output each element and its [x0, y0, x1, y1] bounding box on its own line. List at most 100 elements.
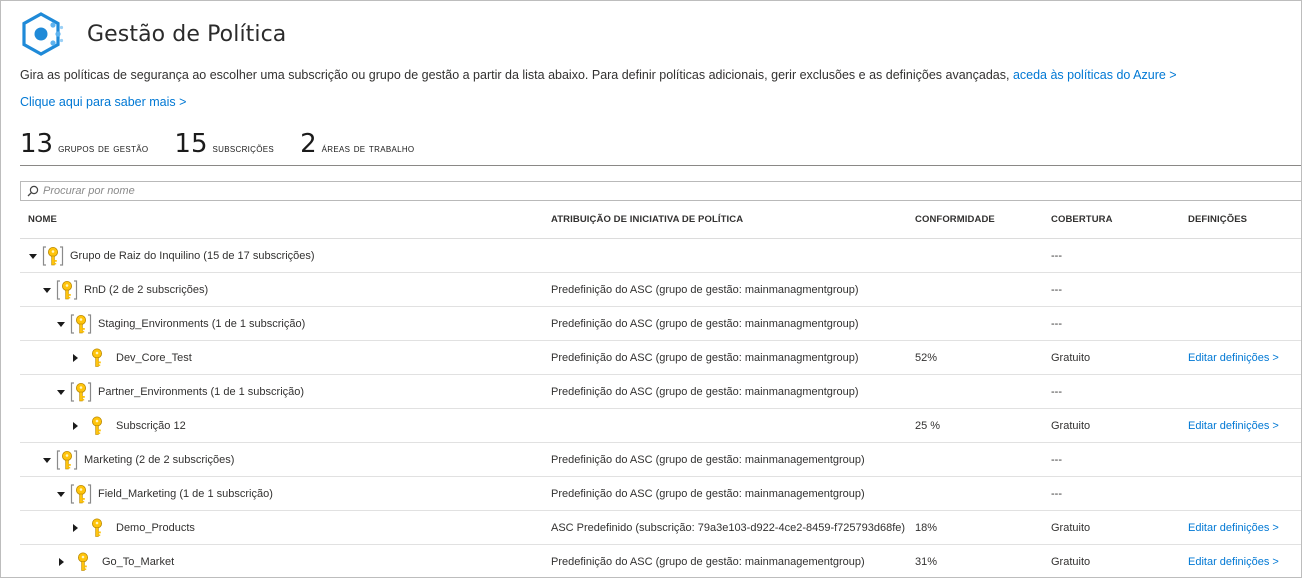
- stat-label: Subscrições: [212, 143, 275, 155]
- table-row[interactable]: Go_To_Market Predefinição do ASC (grupo d…: [20, 545, 1301, 577]
- stat-label: Áreas de trabalho: [321, 143, 415, 155]
- row-name: Demo_Products: [116, 521, 195, 534]
- chevron-down-icon[interactable]: [56, 319, 66, 329]
- table-row[interactable]: Dev_Core_Test Predefinição do ASC (grupo …: [20, 341, 1301, 375]
- subscription-key-icon: [88, 347, 106, 369]
- chevron-down-icon[interactable]: [42, 455, 52, 465]
- name-cell: Go_To_Market: [20, 545, 175, 577]
- management-group-key-icon: [70, 483, 92, 505]
- column-header-name[interactable]: NOME: [28, 214, 57, 225]
- coverage-cell: ---: [1051, 249, 1062, 262]
- policy-cell: Predefinição do ASC (grupo de gestão: ma…: [551, 385, 859, 398]
- table-row[interactable]: Grupo de Raiz do Inquilino (15 de 17 sub…: [20, 239, 1301, 273]
- edit-settings-link[interactable]: Editar definições >: [1188, 409, 1279, 442]
- management-group-key-icon: [70, 381, 92, 403]
- row-name: Grupo de Raiz do Inquilino (15 de 17 sub…: [70, 249, 315, 262]
- policy-cell: Predefinição do ASC (grupo de gestão: ma…: [551, 351, 859, 364]
- coverage-cell: Gratuito: [1051, 419, 1091, 432]
- chevron-down-icon[interactable]: [56, 489, 66, 499]
- management-group-key-icon: [56, 449, 78, 471]
- name-cell: RnD (2 de 2 subscrições): [20, 273, 208, 306]
- row-name: Field_Marketing (1 de 1 subscrição): [98, 487, 273, 500]
- search-box[interactable]: [20, 181, 1301, 201]
- name-cell: Subscrição 12: [20, 409, 186, 442]
- coverage-cell: Gratuito: [1051, 555, 1091, 568]
- coverage-cell: ---: [1051, 317, 1062, 330]
- management-group-key-icon: [70, 313, 92, 335]
- chevron-right-icon[interactable]: [56, 557, 66, 567]
- stat-management-groups[interactable]: 13 Grupos de gestão: [20, 129, 148, 159]
- coverage-cell: ---: [1051, 487, 1062, 500]
- search-input[interactable]: [43, 185, 1243, 197]
- compliance-cell: 25 %: [915, 419, 941, 432]
- coverage-cell: ---: [1051, 385, 1062, 398]
- name-cell: Marketing (2 de 2 subscrições): [20, 443, 234, 476]
- management-group-key-icon: [42, 245, 64, 267]
- name-cell: Grupo de Raiz do Inquilino (15 de 17 sub…: [20, 239, 315, 272]
- compliance-cell: 31%: [915, 555, 938, 568]
- table-row[interactable]: Partner_Environments (1 de 1 subscrição)…: [20, 375, 1301, 409]
- compliance-cell: 52%: [915, 351, 938, 364]
- coverage-cell: Gratuito: [1051, 351, 1091, 364]
- stat-count: 2: [300, 129, 317, 159]
- row-name: Partner_Environments (1 de 1 subscrição): [98, 385, 305, 398]
- policy-cell: Predefinição do ASC (grupo de gestão: ma…: [551, 487, 865, 500]
- learn-more-link[interactable]: Clique aqui para saber mais >: [20, 95, 186, 109]
- policy-cell: ASC Predefinido (subscrição: 79a3e103-d9…: [551, 521, 906, 534]
- column-header-compliance[interactable]: CONFORMIDADE: [915, 214, 995, 225]
- row-name: Subscrição 12: [116, 419, 186, 432]
- edit-settings-link[interactable]: Editar definições >: [1188, 545, 1279, 577]
- name-cell: Dev_Core_Test: [20, 341, 192, 374]
- coverage-cell: ---: [1051, 283, 1062, 296]
- stat-subscriptions[interactable]: 15 Subscrições: [174, 129, 274, 159]
- description-text: Gira as políticas de segurança ao escolh…: [20, 68, 1010, 82]
- edit-settings-link[interactable]: Editar definições >: [1188, 511, 1279, 544]
- chevron-right-icon[interactable]: [70, 353, 80, 363]
- stat-label: Grupos de gestão: [58, 143, 149, 155]
- stats-bar: 13 Grupos de gestão 15 Subscrições 2 Áre…: [20, 129, 440, 159]
- table-row[interactable]: Demo_Products ASC Predefinido (subscrição…: [20, 511, 1301, 545]
- table-row[interactable]: Subscrição 12 25 % Gratuito Editar definiçõ…: [20, 409, 1301, 443]
- management-group-key-icon: [56, 279, 78, 301]
- subscription-key-icon: [74, 551, 92, 573]
- page-description: Gira as políticas de segurança ao escolh…: [20, 68, 1177, 82]
- page-header: Gestão de Política: [21, 10, 286, 58]
- table-row[interactable]: Staging_Environments (1 de 1 subscrição)…: [20, 307, 1301, 341]
- chevron-right-icon[interactable]: [70, 421, 80, 431]
- coverage-cell: Gratuito: [1051, 521, 1091, 534]
- column-header-settings[interactable]: DEFINIÇÕES: [1188, 214, 1247, 225]
- page-title: Gestão de Política: [87, 21, 287, 47]
- name-cell: Partner_Environments (1 de 1 subscrição): [20, 375, 304, 408]
- coverage-cell: ---: [1051, 453, 1062, 466]
- stat-workspaces[interactable]: 2 Áreas de trabalho: [300, 129, 414, 159]
- search-icon: [27, 185, 39, 197]
- row-name: RnD (2 de 2 subscrições): [84, 283, 209, 296]
- policy-management-blade: Gestão de Política Gira as políticas de …: [0, 0, 1302, 578]
- edit-settings-link[interactable]: Editar definições >: [1188, 341, 1279, 374]
- column-header-coverage[interactable]: COBERTURA: [1051, 214, 1113, 225]
- stat-count: 15: [174, 129, 208, 159]
- table-row[interactable]: Field_Marketing (1 de 1 subscrição) Prede…: [20, 477, 1301, 511]
- row-name: Dev_Core_Test: [116, 351, 192, 364]
- row-name: Marketing (2 de 2 subscrições): [84, 453, 235, 466]
- azure-policies-link[interactable]: aceda às políticas do Azure >: [1013, 68, 1177, 82]
- policy-cell: Predefinição do ASC (grupo de gestão: ma…: [551, 453, 865, 466]
- subscription-key-icon: [88, 415, 106, 437]
- stat-count: 13: [20, 129, 54, 159]
- chevron-down-icon[interactable]: [42, 285, 52, 295]
- stats-divider: [20, 165, 1301, 166]
- chevron-down-icon[interactable]: [28, 251, 38, 261]
- chevron-down-icon[interactable]: [56, 387, 66, 397]
- policy-cell: Predefinição do ASC (grupo de gestão: ma…: [551, 555, 865, 568]
- table-header: NOME ATRIBUIÇÃO DE INICIATIVA DE POLÍTIC…: [20, 201, 1301, 239]
- security-center-hex-icon: [21, 11, 65, 57]
- subscription-key-icon: [88, 517, 106, 539]
- column-header-policy[interactable]: ATRIBUIÇÃO DE INICIATIVA DE POLÍTICA: [551, 214, 743, 225]
- name-cell: Staging_Environments (1 de 1 subscrição): [20, 307, 305, 340]
- compliance-cell: 18%: [915, 521, 938, 534]
- table-row[interactable]: RnD (2 de 2 subscrições) Predefinição do …: [20, 273, 1301, 307]
- chevron-right-icon[interactable]: [70, 523, 80, 533]
- row-name: Go_To_Market: [102, 555, 175, 568]
- table-row[interactable]: Marketing (2 de 2 subscrições) Predefiniç…: [20, 443, 1301, 477]
- policy-cell: Predefinição do ASC (grupo de gestão: ma…: [551, 317, 859, 330]
